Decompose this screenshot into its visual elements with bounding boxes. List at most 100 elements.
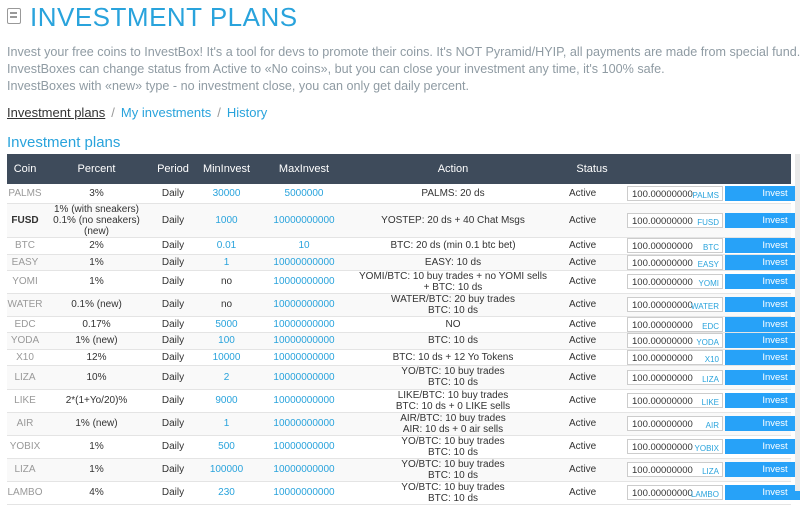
min-invest-cell[interactable]: 5000 [196,316,257,333]
invest-button[interactable]: Invest [725,369,800,385]
column-header-period[interactable]: Period [150,154,196,184]
tab-history[interactable]: History [227,105,267,120]
max-invest-cell[interactable]: 10000000000 [257,481,351,505]
period-cell: Daily [150,412,196,436]
invest-cell: Invest [725,349,800,366]
invest-button[interactable]: Invest [725,212,800,228]
invest-button[interactable]: Invest [725,462,800,477]
max-invest-cell[interactable]: 10000000000 [257,349,351,366]
max-invest-cell[interactable]: 10000000000 [257,458,351,482]
percent-cell: 1% [43,270,150,294]
min-invest-cell[interactable]: 0.01 [196,237,257,255]
cell-line: YO/BTC: 10 buy trades [401,366,505,377]
period-cell: Daily [150,332,196,350]
amount-input[interactable]: 100.00000000 LIKE [627,393,723,408]
invest-button[interactable]: Invest [725,333,800,348]
cell-line: 3% [89,187,104,199]
table-row: LIZA 1% Daily 100000 10000000000 YO/BTC: 10 b… [7,458,800,482]
max-invest-cell[interactable]: 10000000000 [257,254,351,271]
period-cell: Daily [150,237,196,255]
min-invest-cell[interactable]: 2 [196,365,257,390]
amount-input[interactable]: 100.00000000 EASY [627,254,723,270]
min-invest-cell[interactable]: 1 [196,254,257,271]
invest-button[interactable]: Invest [725,185,800,201]
min-invest-cell: no [196,293,257,317]
amount-input[interactable]: 100.00000000 WATER [627,297,723,312]
min-invest-cell[interactable]: 100 [196,332,257,350]
invest-cell: Invest [725,412,800,436]
amount-input[interactable]: 100.00000000 YOBIX [627,439,723,454]
amount-input[interactable]: 100.00000000 LIZA [627,369,723,385]
status-cell: Active [555,481,629,505]
cell-line: YOSTEP: 20 ds + 40 Chat Msgs [381,214,525,226]
invest-button[interactable]: Invest [725,349,800,365]
max-invest-cell[interactable]: 5000000 [257,184,351,204]
action-cell: AIR/BTC: 10 buy trades AIR: 10 ds + 0 air… [351,412,555,436]
max-invest-cell[interactable]: 10000000000 [257,332,351,350]
action-cell: YO/BTC: 10 buy trades BTC: 10 ds [351,435,555,459]
amount-input[interactable]: 100.00000000 AIR [627,416,723,431]
min-invest-cell[interactable]: 1 [196,412,257,436]
invest-button[interactable]: Invest [725,274,800,289]
column-header-action[interactable]: Action [351,154,555,184]
amount-input[interactable]: 100.00000000 YODA [627,333,723,348]
column-header-coin[interactable]: Coin [7,154,43,184]
period-cell: Daily [150,203,196,238]
amount-input[interactable]: 100.00000000 FUSD [627,212,723,228]
column-header-status[interactable]: Status [555,154,629,184]
min-invest-cell[interactable]: 1000 [196,203,257,238]
min-invest-cell[interactable]: 9000 [196,389,257,413]
max-invest-cell[interactable]: 10000000000 [257,316,351,333]
max-invest-cell[interactable]: 10000000000 [257,389,351,413]
amount-input[interactable]: 100.00000000 LIZA [627,462,723,477]
table-row: EASY 1% Daily 1 10000000000 EASY: 10 ds Active… [7,254,800,271]
min-invest-cell[interactable]: 500 [196,435,257,459]
amount-input[interactable]: 100.00000000 PALMS [627,185,723,201]
min-invest-cell[interactable]: 230 [196,481,257,505]
scrollbar[interactable] [795,154,800,491]
max-invest-cell[interactable]: 10000000000 [257,203,351,238]
tab-my-investments[interactable]: My investments [121,105,211,120]
percent-cell: 4% [43,481,150,505]
invest-cell: Invest [725,332,800,350]
column-header-percent[interactable]: Percent [43,154,150,184]
invest-button[interactable]: Invest [725,254,800,270]
cell-line: LIKE/BTC: 10 buy trades [397,389,509,401]
amount-value: 100.00000000 [632,215,693,227]
min-invest-cell[interactable]: 30000 [196,184,257,204]
amount-cell: 100.00000000 FUSD [627,203,725,238]
coin-cell: EASY [7,254,43,271]
coin-cell: LIZA [7,365,43,390]
tab-investment-plans[interactable]: Investment plans [7,105,105,120]
invest-button[interactable]: Invest [725,238,800,253]
amount-input[interactable]: 100.00000000 BTC [627,238,723,253]
cell-line: 0.17% [82,318,111,330]
max-invest-cell[interactable]: 10000000000 [257,270,351,294]
max-invest-cell[interactable]: 10000000000 [257,412,351,436]
cell-line: NO [445,318,461,330]
amount-currency: PALMS [692,190,719,200]
invest-button[interactable]: Invest [725,416,800,431]
amount-input[interactable]: 100.00000000 LAMBO [627,485,723,500]
amount-input[interactable]: 100.00000000 EDC [627,316,723,332]
column-header-maxinvest[interactable]: MaxInvest [257,154,351,184]
invest-button[interactable]: Invest [725,439,800,454]
max-invest-cell[interactable]: 10000000000 [257,435,351,459]
invest-button[interactable]: Invest [725,297,800,312]
max-invest-cell[interactable]: 10000000000 [257,365,351,390]
invest-button[interactable]: Invest [725,316,800,332]
action-cell: EASY: 10 ds [351,254,555,271]
cell-line: 1% [89,464,104,475]
invest-button[interactable]: Invest [725,393,800,408]
description-line: Invest your free coins to InvestBox! It'… [7,45,800,59]
invest-button[interactable]: Invest [725,485,800,500]
amount-input[interactable]: 100.00000000 YOMI [627,274,723,289]
column-header-mininvest[interactable]: MinInvest [196,154,257,184]
percent-cell: 1% (with sneakers) 0.1% (no sneakers) (new… [43,203,150,238]
amount-input[interactable]: 100.00000000 X10 [627,349,723,365]
max-invest-cell[interactable]: 10000000000 [257,293,351,317]
min-invest-cell[interactable]: 10000 [196,349,257,366]
table-row: LIZA 10% Daily 2 10000000000 YO/BTC: 10 buy t… [7,365,800,390]
max-invest-cell[interactable]: 10 [257,237,351,255]
min-invest-cell[interactable]: 100000 [196,458,257,482]
